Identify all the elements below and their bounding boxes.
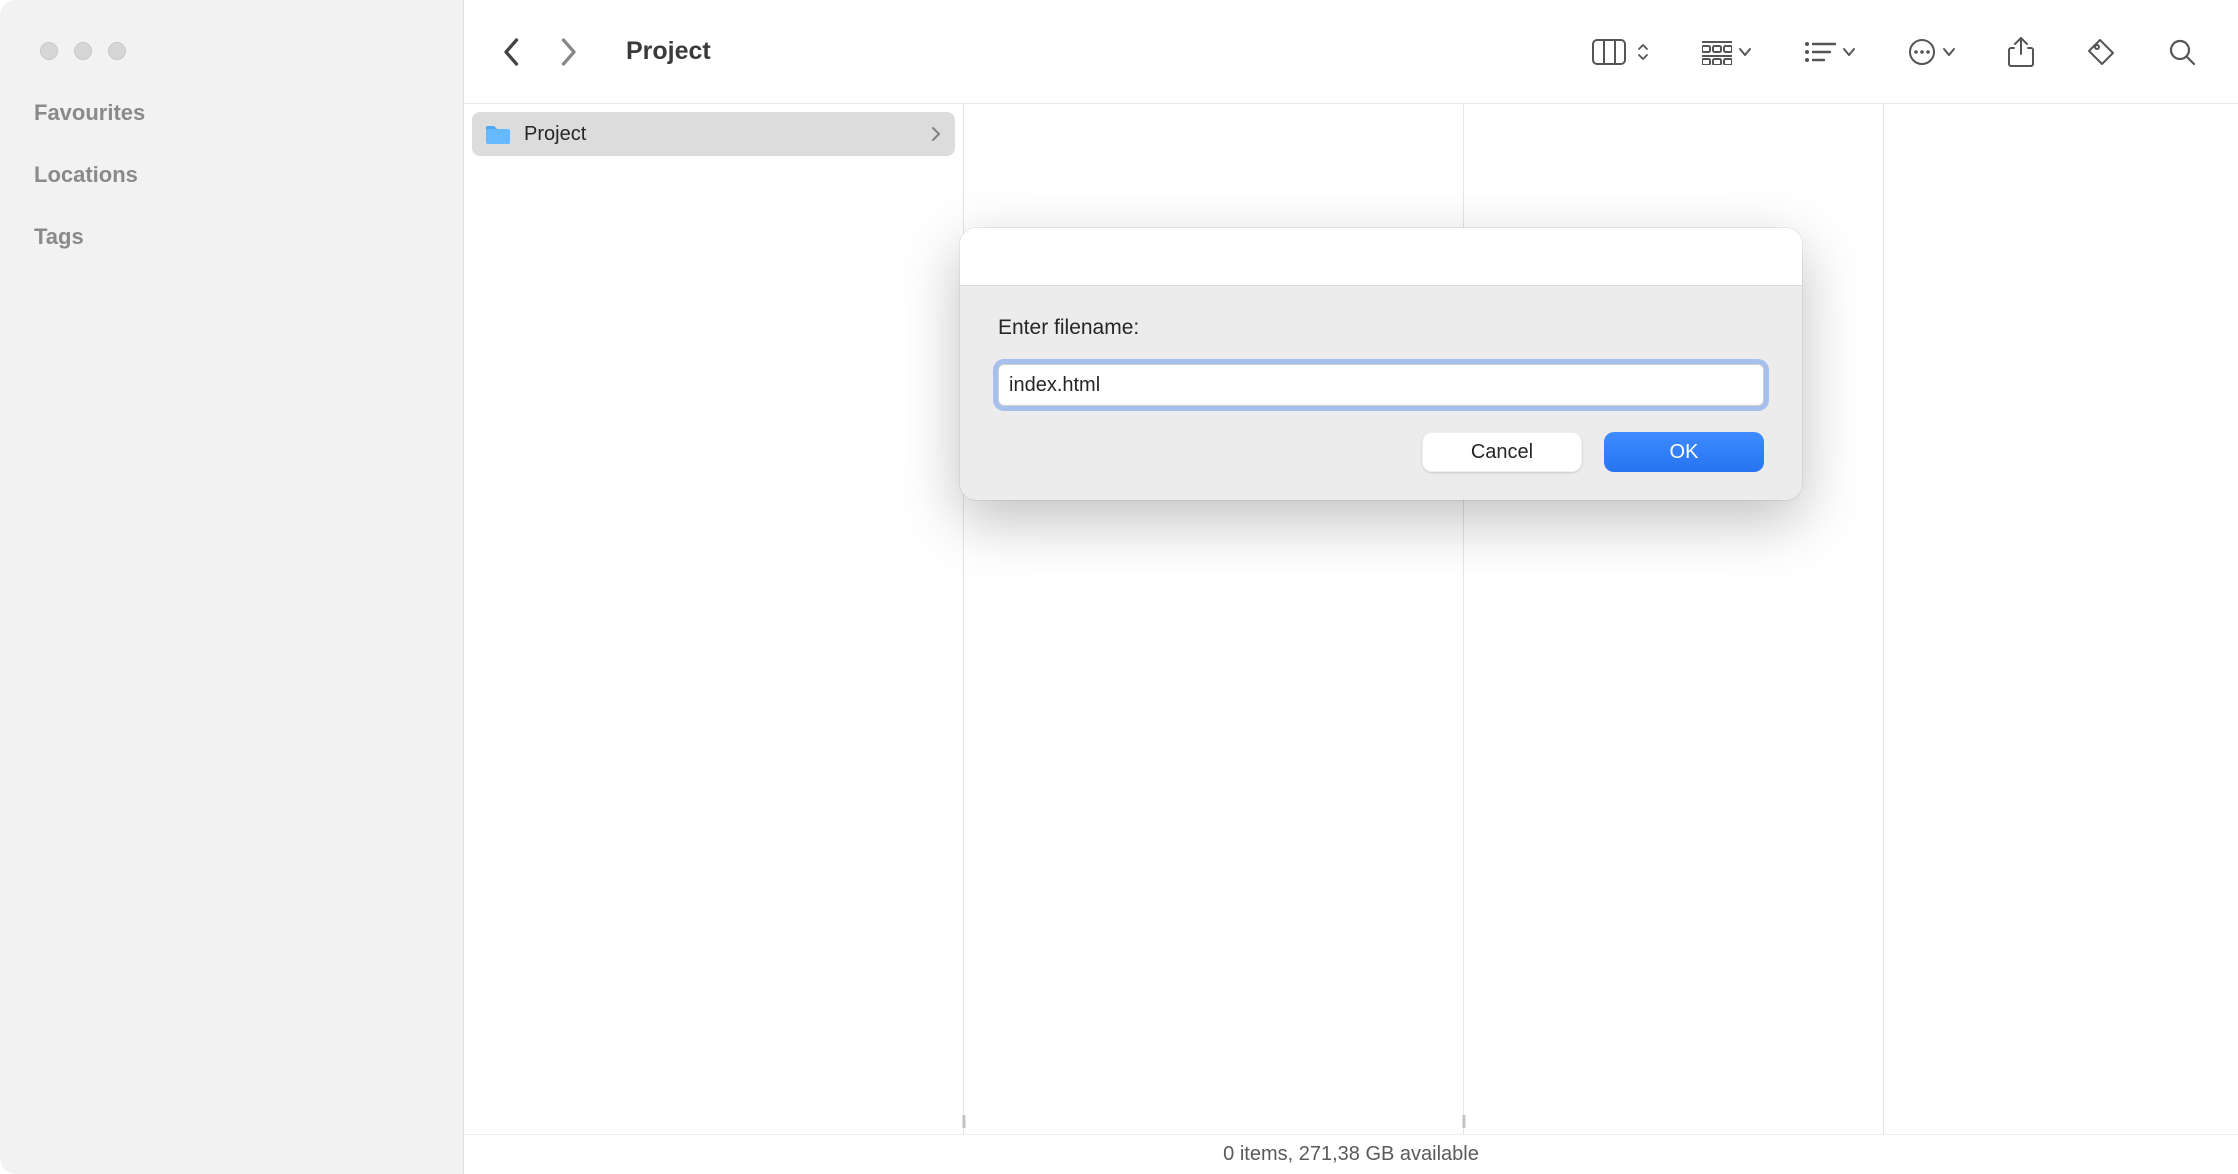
chevron-right-icon: [931, 126, 943, 142]
group-by-button[interactable]: [1702, 36, 1752, 68]
window-title: Project: [626, 37, 1568, 66]
search-button[interactable]: [2168, 36, 2196, 68]
status-text: 0 items, 271,38 GB available: [1223, 1143, 1479, 1166]
toolbar-actions: [1592, 36, 2196, 68]
content-area: Favourites Locations Tags Project: [0, 0, 2238, 1174]
dialog-body: Enter filename:: [960, 286, 1802, 432]
filename-dialog: Enter filename: Cancel OK: [960, 228, 1802, 500]
tags-button[interactable]: [2086, 36, 2116, 68]
status-bar: 0 items, 271,38 GB available: [464, 1134, 2238, 1174]
column-4[interactable]: [1884, 104, 2238, 1134]
column-1[interactable]: Project ||: [464, 104, 964, 1134]
minimize-window-button[interactable]: [74, 42, 92, 60]
file-item-label: Project: [524, 123, 919, 146]
cancel-button[interactable]: Cancel: [1422, 432, 1582, 472]
main-pane: Project: [464, 0, 2238, 1174]
nav-buttons: [500, 36, 580, 68]
dialog-titlebar: [960, 228, 1802, 286]
forward-button[interactable]: [556, 36, 580, 68]
maximize-window-button[interactable]: [108, 42, 126, 60]
back-button[interactable]: [500, 36, 524, 68]
toolbar: Project: [464, 0, 2238, 104]
action-menu-button[interactable]: [1908, 36, 1956, 68]
close-window-button[interactable]: [40, 42, 58, 60]
dialog-prompt: Enter filename:: [998, 316, 1764, 340]
view-columns-button[interactable]: [1592, 36, 1650, 68]
ok-button[interactable]: OK: [1604, 432, 1764, 472]
sort-button[interactable]: [1804, 36, 1856, 68]
folder-item-project[interactable]: Project: [472, 112, 955, 156]
window-controls: [40, 42, 433, 60]
folder-icon: [484, 120, 512, 148]
dialog-footer: Cancel OK: [960, 432, 1802, 500]
share-button[interactable]: [2008, 36, 2034, 68]
finder-window: Favourites Locations Tags Project: [0, 0, 2238, 1174]
sidebar-section-favourites[interactable]: Favourites: [30, 100, 433, 126]
sidebar: Favourites Locations Tags: [0, 0, 464, 1174]
filename-input[interactable]: [998, 364, 1764, 406]
sidebar-section-tags[interactable]: Tags: [30, 224, 433, 250]
sidebar-section-locations[interactable]: Locations: [30, 162, 433, 188]
